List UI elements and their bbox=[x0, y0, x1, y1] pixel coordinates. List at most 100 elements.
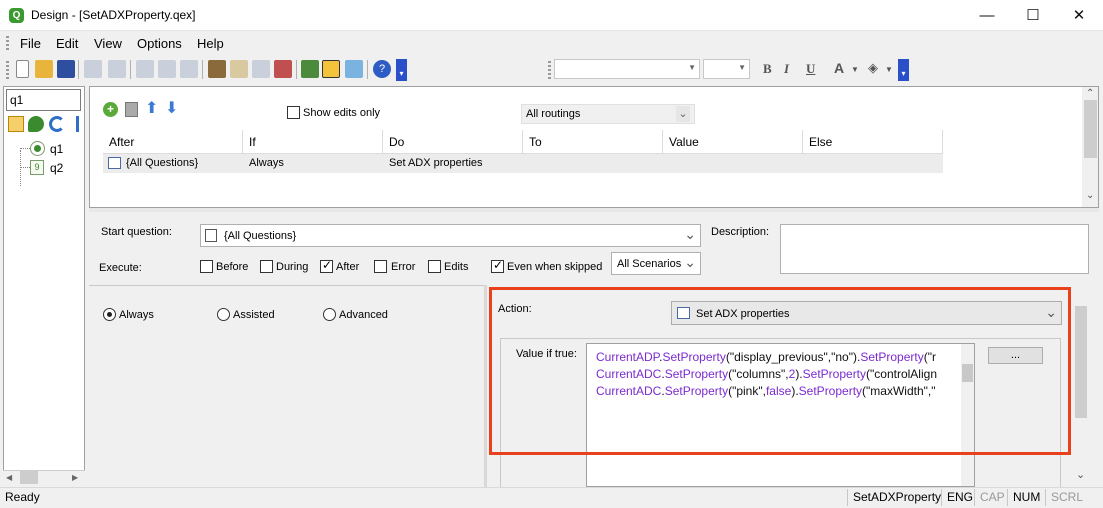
window-title: Design - [SetADXProperty.qex] bbox=[31, 8, 196, 22]
close-button[interactable]: ✕ bbox=[1056, 0, 1102, 31]
underline-icon[interactable]: U bbox=[806, 61, 815, 77]
always-label: Always bbox=[119, 309, 154, 321]
scrollbar-thumb[interactable] bbox=[20, 471, 38, 484]
routing-icon[interactable] bbox=[322, 60, 340, 78]
routings-select[interactable]: All routings ⌄ bbox=[521, 104, 695, 124]
toolbar-separator bbox=[130, 60, 131, 79]
toolbar-grip[interactable] bbox=[6, 61, 9, 79]
column-header-if[interactable]: If bbox=[243, 130, 383, 154]
copy-icon[interactable] bbox=[158, 60, 176, 78]
scroll-down-icon[interactable]: ⌄ bbox=[1076, 468, 1085, 481]
table-row[interactable] bbox=[103, 154, 943, 173]
scenarios-select[interactable]: All Scenarios ⌄ bbox=[611, 252, 701, 275]
export-icon[interactable] bbox=[252, 60, 270, 78]
splitter[interactable] bbox=[89, 208, 1099, 212]
italic-icon[interactable]: I bbox=[784, 61, 789, 77]
menu-help[interactable]: Help bbox=[197, 36, 224, 51]
edits-checkbox[interactable] bbox=[428, 260, 441, 273]
advanced-radio[interactable] bbox=[323, 308, 336, 321]
status-eng: ENG bbox=[941, 489, 978, 506]
bold-icon[interactable]: B bbox=[763, 61, 772, 77]
always-radio[interactable] bbox=[103, 308, 116, 321]
menubar-grip[interactable] bbox=[6, 36, 9, 52]
even-when-skipped-label: Even when skipped bbox=[507, 261, 603, 273]
tree-line bbox=[20, 150, 21, 186]
set-properties-icon bbox=[108, 157, 121, 169]
show-edits-only-checkbox[interactable] bbox=[287, 106, 300, 119]
description-field[interactable] bbox=[780, 224, 1089, 274]
status-text: Ready bbox=[5, 490, 40, 504]
menu-file[interactable]: File bbox=[20, 36, 41, 51]
undo-icon[interactable] bbox=[84, 60, 102, 78]
toolbar-overflow-icon[interactable]: ▾ bbox=[898, 59, 909, 81]
checklist-icon[interactable] bbox=[301, 60, 319, 78]
row-if: Always bbox=[249, 157, 284, 169]
bookmark-icon[interactable] bbox=[8, 116, 24, 132]
tree-item-q1[interactable]: q1 bbox=[50, 142, 63, 156]
tree-line bbox=[20, 148, 30, 149]
chevron-down-icon[interactable]: ⌄ bbox=[676, 106, 690, 122]
scroll-up-icon[interactable]: ⌃ bbox=[1086, 88, 1094, 99]
save-icon[interactable] bbox=[57, 60, 75, 78]
book-icon[interactable] bbox=[230, 60, 248, 78]
scroll-left-icon[interactable]: ◀ bbox=[6, 473, 12, 482]
start-question-label: Start question: bbox=[101, 226, 172, 238]
add-routing-icon[interactable]: + bbox=[103, 102, 118, 117]
routings-select-value: All routings bbox=[526, 108, 581, 120]
list-icon[interactable] bbox=[274, 60, 292, 78]
start-question-select[interactable]: {All Questions} ⌄ bbox=[200, 224, 701, 247]
column-header-to[interactable]: To bbox=[523, 130, 663, 154]
during-checkbox[interactable] bbox=[260, 260, 273, 273]
column-header-after[interactable]: After bbox=[103, 130, 243, 154]
pane-splitter[interactable] bbox=[484, 285, 487, 487]
scroll-down-icon[interactable]: ⌄ bbox=[1086, 190, 1094, 201]
column-header-else[interactable]: Else bbox=[803, 130, 943, 154]
app-icon: Q bbox=[9, 8, 24, 23]
menu-view[interactable]: View bbox=[94, 36, 122, 51]
during-label: During bbox=[276, 261, 309, 273]
fill-color-icon[interactable]: ◈ bbox=[868, 60, 878, 76]
wizard-icon[interactable] bbox=[208, 60, 226, 78]
move-down-icon[interactable]: ⬇ bbox=[165, 101, 178, 117]
collapse-icon[interactable] bbox=[76, 116, 82, 132]
scenarios-select-value: All Scenarios bbox=[617, 258, 682, 270]
tree-item-q2[interactable]: q2 bbox=[50, 161, 63, 175]
column-header-value[interactable]: Value bbox=[663, 130, 803, 154]
font-size-select[interactable]: ▼ bbox=[703, 59, 750, 79]
font-color-icon[interactable]: A bbox=[834, 60, 844, 76]
minimize-button[interactable]: — bbox=[964, 0, 1010, 31]
maximize-button[interactable]: ☐ bbox=[1010, 0, 1056, 31]
new-file-icon[interactable] bbox=[16, 60, 29, 78]
toolbar-separator bbox=[78, 60, 79, 79]
open-folder-icon[interactable] bbox=[35, 60, 53, 78]
format-toolbar-grip[interactable] bbox=[548, 61, 551, 79]
scrollbar-thumb[interactable] bbox=[1084, 100, 1097, 158]
redo-icon[interactable] bbox=[108, 60, 126, 78]
status-file: SetADXProperty bbox=[847, 489, 946, 506]
search-input[interactable] bbox=[6, 89, 81, 111]
menu-edit[interactable]: Edit bbox=[56, 36, 78, 51]
error-checkbox[interactable] bbox=[374, 260, 387, 273]
column-header-do[interactable]: Do bbox=[383, 130, 523, 154]
scroll-right-icon[interactable]: ▶ bbox=[72, 473, 78, 482]
status-scrl: SCRL bbox=[1045, 489, 1088, 506]
after-checkbox[interactable] bbox=[320, 258, 333, 273]
preview-icon[interactable] bbox=[345, 60, 363, 78]
paste-icon[interactable] bbox=[180, 60, 198, 78]
chevron-down-icon[interactable]: ▼ bbox=[885, 65, 893, 74]
scrollbar-thumb[interactable] bbox=[1075, 306, 1087, 418]
comment-icon[interactable] bbox=[28, 116, 44, 132]
before-checkbox[interactable] bbox=[200, 260, 213, 273]
move-up-icon[interactable]: ⬆ bbox=[145, 101, 158, 117]
toolbar-overflow-icon[interactable]: ▾ bbox=[396, 59, 407, 81]
font-name-select[interactable]: ▼ bbox=[554, 59, 700, 79]
chevron-down-icon[interactable]: ▼ bbox=[851, 65, 859, 74]
cut-icon[interactable] bbox=[136, 60, 154, 78]
delete-routing-icon[interactable] bbox=[125, 102, 138, 117]
refresh-icon[interactable] bbox=[49, 116, 65, 132]
even-when-skipped-checkbox[interactable] bbox=[491, 258, 504, 273]
help-icon[interactable]: ? bbox=[373, 60, 391, 78]
after-label: After bbox=[336, 261, 360, 273]
assisted-radio[interactable] bbox=[217, 308, 230, 321]
menu-options[interactable]: Options bbox=[137, 36, 182, 51]
